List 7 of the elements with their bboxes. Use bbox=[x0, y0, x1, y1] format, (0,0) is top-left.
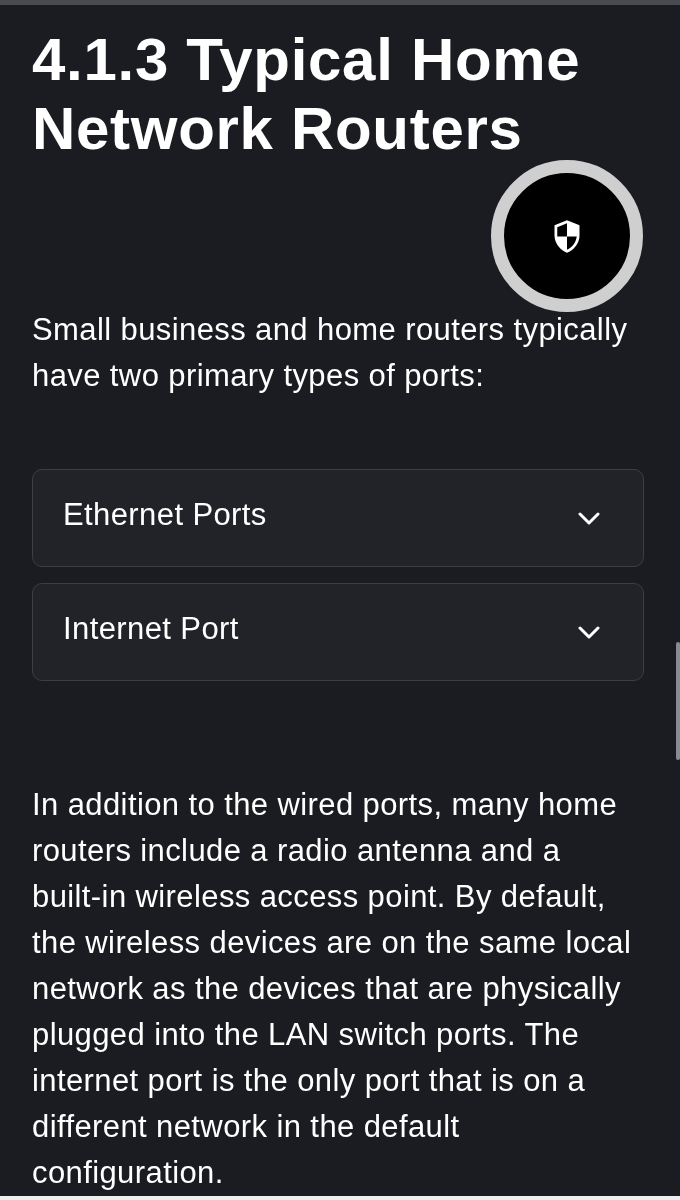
section-heading: 4.1.3 Typical Home Network Routers bbox=[32, 25, 582, 163]
accordion-header[interactable]: Ethernet Ports bbox=[32, 469, 644, 567]
accordion-header[interactable]: Internet Port bbox=[32, 583, 644, 681]
scrollbar-thumb[interactable] bbox=[676, 642, 680, 760]
shield-icon bbox=[552, 218, 582, 254]
intro-paragraph: Small business and home routers typically have two primary types of ports: bbox=[32, 311, 629, 395]
body-paragraph: In addition to the wired ports, many home routers include a radio antenna and a built-in wireless access point. By default, the wireless devices are on the same local network as the devices that are physically plugged into the LAN switch ports. The internet port is the only port that is on a different network in the default configuration. bbox=[32, 786, 633, 1192]
